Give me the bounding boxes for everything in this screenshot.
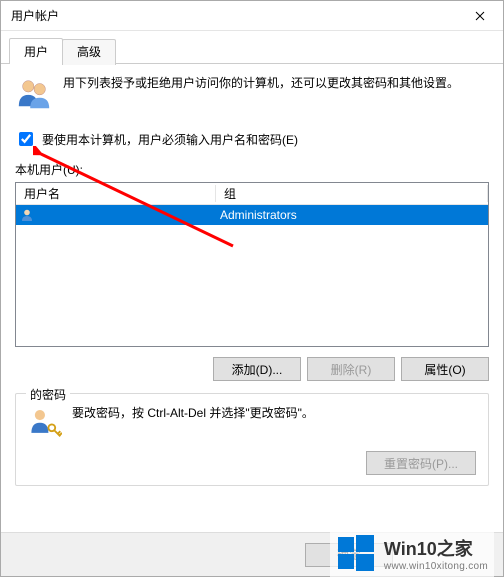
password-text: 要改密码，按 Ctrl-Alt-Del 并选择"更改密码"。: [72, 404, 476, 423]
tab-user[interactable]: 用户: [9, 38, 63, 64]
tab-content: 用下列表授予或拒绝用户访问你的计算机，还可以更改其密码和其他设置。 要使用本计算…: [1, 64, 503, 532]
column-header-user[interactable]: 用户名: [16, 185, 216, 202]
password-groupbox: 的密码 要改密码，按 Ctrl-Alt-Del 并选择"更改密码"。 重置密码(…: [15, 393, 489, 486]
info-row: 用下列表授予或拒绝用户访问你的计算机，还可以更改其密码和其他设置。: [15, 74, 489, 115]
info-text: 用下列表授予或拒绝用户访问你的计算机，还可以更改其密码和其他设置。: [63, 74, 489, 115]
remove-button: 删除(R): [307, 357, 395, 381]
password-row: 要改密码，按 Ctrl-Alt-Del 并选择"更改密码"。: [28, 404, 476, 441]
tab-advanced[interactable]: 高级: [62, 39, 116, 65]
list-buttons: 添加(D)... 删除(R) 属性(O): [15, 357, 489, 381]
user-icon: [20, 208, 34, 222]
password-group-title: 的密码: [26, 386, 70, 403]
list-header: 用户名 组: [16, 183, 488, 205]
cell-group: Administrators: [216, 208, 488, 222]
user-accounts-window: 用户帐户 用户 高级 用下列表授予或拒绝用户访问你的计算机，还可以更改其密码和其…: [0, 0, 504, 577]
column-header-group[interactable]: 组: [216, 185, 488, 202]
require-login-checkbox[interactable]: [19, 132, 33, 146]
tab-strip: 用户 高级: [1, 31, 503, 64]
key-icon: [28, 404, 62, 441]
add-button[interactable]: 添加(D)...: [213, 357, 301, 381]
table-row[interactable]: Administrators: [16, 205, 488, 225]
properties-button[interactable]: 属性(O): [401, 357, 489, 381]
dialog-footer: 确定 取消: [1, 532, 503, 576]
reset-password-button: 重置密码(P)...: [366, 451, 476, 475]
require-login-label: 要使用本计算机，用户必须输入用户名和密码(E): [42, 131, 298, 148]
close-button[interactable]: [457, 1, 503, 31]
user-list[interactable]: 用户名 组 Administrators: [15, 182, 489, 347]
cell-user: [16, 208, 216, 222]
users-icon: [15, 74, 53, 115]
close-icon: [475, 11, 485, 21]
local-users-label: 本机用户(U):: [15, 161, 489, 178]
titlebar: 用户帐户: [1, 1, 503, 31]
ok-button[interactable]: 确定: [305, 543, 393, 567]
require-login-row: 要使用本计算机，用户必须输入用户名和密码(E): [15, 129, 489, 149]
window-title: 用户帐户: [11, 7, 457, 24]
